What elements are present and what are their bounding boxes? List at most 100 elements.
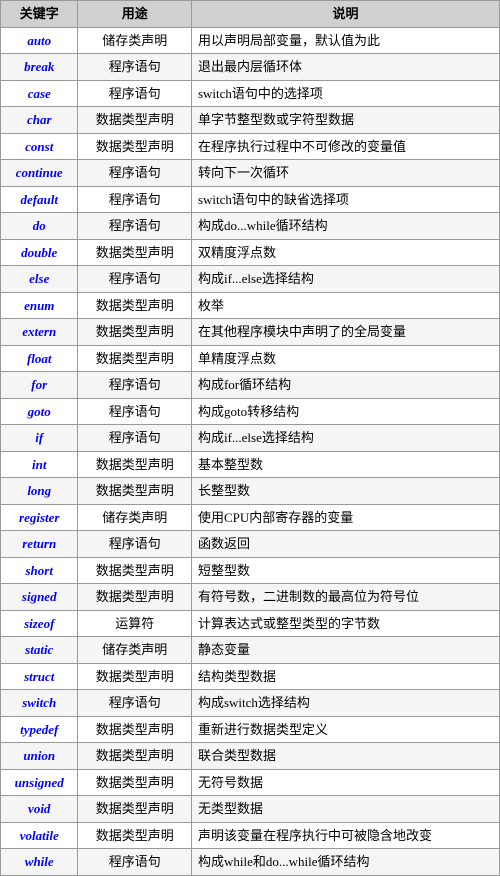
table-row: case程序语句switch语句中的选择项 [1,80,500,107]
usage-cell: 储存类声明 [78,637,191,664]
description-cell: 构成do...while循环结构 [191,213,499,240]
table-row: struct数据类型声明结构类型数据 [1,663,500,690]
usage-cell: 程序语句 [78,425,191,452]
description-cell: 构成while和do...while循环结构 [191,849,499,876]
table-row: static储存类声明静态变量 [1,637,500,664]
keyword-cell: volatile [1,822,78,849]
usage-cell: 数据类型声明 [78,663,191,690]
description-cell: 结构类型数据 [191,663,499,690]
table-row: sizeof运算符计算表达式或整型类型的字节数 [1,610,500,637]
usage-cell: 程序语句 [78,160,191,187]
usage-cell: 数据类型声明 [78,716,191,743]
table-row: typedef数据类型声明重新进行数据类型定义 [1,716,500,743]
usage-cell: 程序语句 [78,54,191,81]
table-row: void数据类型声明无类型数据 [1,796,500,823]
table-row: enum数据类型声明枚举 [1,292,500,319]
keyword-cell: unsigned [1,769,78,796]
usage-cell: 储存类声明 [78,27,191,54]
description-cell: 构成switch选择结构 [191,690,499,717]
keyword-cell: goto [1,398,78,425]
description-cell: 双精度浮点数 [191,239,499,266]
table-row: do程序语句构成do...while循环结构 [1,213,500,240]
keyword-cell: break [1,54,78,81]
description-cell: 函数返回 [191,531,499,558]
table-row: union数据类型声明联合类型数据 [1,743,500,770]
col-header-usage: 用途 [78,1,191,28]
col-header-description: 说明 [191,1,499,28]
col-header-keyword: 关键字 [1,1,78,28]
description-cell: 构成for循环结构 [191,372,499,399]
usage-cell: 数据类型声明 [78,451,191,478]
keyword-cell: return [1,531,78,558]
usage-cell: 程序语句 [78,266,191,293]
table-row: auto储存类声明用以声明局部变量，默认值为此 [1,27,500,54]
usage-cell: 数据类型声明 [78,319,191,346]
table-row: return程序语句函数返回 [1,531,500,558]
keyword-cell: static [1,637,78,664]
keyword-cell: auto [1,27,78,54]
keyword-cell: extern [1,319,78,346]
table-row: signed数据类型声明有符号数，二进制数的最高位为符号位 [1,584,500,611]
table-row: double数据类型声明双精度浮点数 [1,239,500,266]
keyword-cell: struct [1,663,78,690]
table-header-row: 关键字 用途 说明 [1,1,500,28]
usage-cell: 数据类型声明 [78,796,191,823]
usage-cell: 数据类型声明 [78,478,191,505]
table-row: const数据类型声明在程序执行过程中不可修改的变量值 [1,133,500,160]
keyword-cell: const [1,133,78,160]
usage-cell: 数据类型声明 [78,769,191,796]
table-row: volatile数据类型声明声明该变量在程序执行中可被隐含地改变 [1,822,500,849]
keyword-cell: if [1,425,78,452]
description-cell: 构成goto转移结构 [191,398,499,425]
table-row: else程序语句构成if...else选择结构 [1,266,500,293]
usage-cell: 数据类型声明 [78,822,191,849]
table-row: default程序语句switch语句中的缺省选择项 [1,186,500,213]
usage-cell: 程序语句 [78,531,191,558]
keyword-cell: else [1,266,78,293]
usage-cell: 数据类型声明 [78,345,191,372]
usage-cell: 数据类型声明 [78,584,191,611]
usage-cell: 数据类型声明 [78,133,191,160]
table-row: goto程序语句构成goto转移结构 [1,398,500,425]
usage-cell: 运算符 [78,610,191,637]
usage-cell: 程序语句 [78,213,191,240]
keyword-cell: for [1,372,78,399]
table-row: char数据类型声明单字节整型数或字符型数据 [1,107,500,134]
description-cell: 枚举 [191,292,499,319]
description-cell: 无符号数据 [191,769,499,796]
description-cell: 联合类型数据 [191,743,499,770]
usage-cell: 程序语句 [78,849,191,876]
description-cell: 有符号数，二进制数的最高位为符号位 [191,584,499,611]
description-cell: 声明该变量在程序执行中可被隐含地改变 [191,822,499,849]
table-row: if程序语句构成if...else选择结构 [1,425,500,452]
usage-cell: 数据类型声明 [78,292,191,319]
description-cell: switch语句中的缺省选择项 [191,186,499,213]
description-cell: 用以声明局部变量，默认值为此 [191,27,499,54]
keyword-cell: continue [1,160,78,187]
description-cell: 在其他程序模块中声明了的全局变量 [191,319,499,346]
keyword-cell: short [1,557,78,584]
usage-cell: 储存类声明 [78,504,191,531]
table-row: unsigned数据类型声明无符号数据 [1,769,500,796]
description-cell: 长整型数 [191,478,499,505]
usage-cell: 数据类型声明 [78,557,191,584]
description-cell: 在程序执行过程中不可修改的变量值 [191,133,499,160]
keyword-cell: int [1,451,78,478]
table-row: long数据类型声明长整型数 [1,478,500,505]
description-cell: switch语句中的选择项 [191,80,499,107]
usage-cell: 程序语句 [78,372,191,399]
table-row: break程序语句退出最内层循环体 [1,54,500,81]
usage-cell: 程序语句 [78,690,191,717]
keyword-cell: sizeof [1,610,78,637]
keyword-cell: union [1,743,78,770]
usage-cell: 程序语句 [78,186,191,213]
keyword-cell: switch [1,690,78,717]
description-cell: 转向下一次循环 [191,160,499,187]
table-row: short数据类型声明短整型数 [1,557,500,584]
description-cell: 构成if...else选择结构 [191,425,499,452]
keyword-cell: default [1,186,78,213]
keyword-cell: long [1,478,78,505]
usage-cell: 数据类型声明 [78,107,191,134]
table-row: int数据类型声明基本整型数 [1,451,500,478]
description-cell: 基本整型数 [191,451,499,478]
